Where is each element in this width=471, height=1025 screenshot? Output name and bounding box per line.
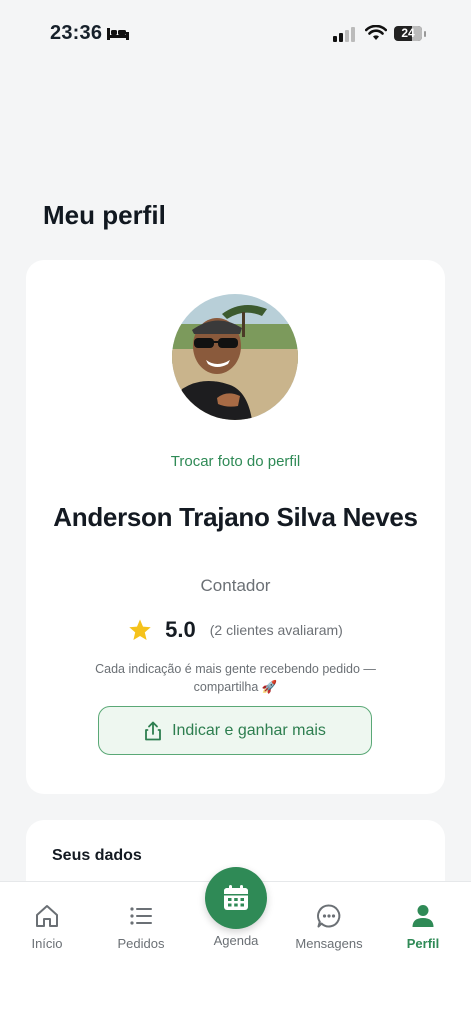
cellular-signal-icon <box>333 27 355 42</box>
change-photo-link[interactable]: Trocar foto do perfil <box>26 453 445 470</box>
referral-text: Cada indicação é mais gente recebendo pe… <box>95 662 376 694</box>
profile-name: Anderson Trajano Silva Neves <box>53 502 418 532</box>
profile-card: Trocar foto do perfil Anderson Trajano S… <box>26 260 445 794</box>
rating-row: 5.0 (2 clientes avaliaram) <box>26 615 445 645</box>
nav-label: Pedidos <box>117 936 165 951</box>
refer-button-label: Indicar e ganhar mais <box>172 721 326 739</box>
chat-icon <box>317 904 341 928</box>
nav-label: Início <box>31 936 63 951</box>
battery-level: 24 <box>401 26 415 40</box>
status-time: 23:36 <box>50 22 103 44</box>
section-title: Seus dados <box>52 847 142 864</box>
avatar[interactable] <box>172 294 298 420</box>
profile-photo <box>172 294 298 420</box>
nav-item-messages[interactable]: Mensagens <box>284 902 374 951</box>
person-icon <box>412 905 434 927</box>
nav-item-home[interactable]: Início <box>2 902 92 951</box>
nav-item-profile[interactable]: Perfil <box>378 902 468 951</box>
bed-icon <box>107 28 129 40</box>
page-title: Meu perfil <box>43 200 166 230</box>
wifi-icon <box>365 25 387 40</box>
profile-role: Contador <box>200 576 271 595</box>
nav-label[interactable]: Agenda <box>190 933 282 948</box>
rating-value: 5.0 <box>165 617 196 642</box>
home-icon <box>36 905 58 927</box>
bottom-nav: Início Pedidos Agenda Mensagens Perfil <box>0 867 471 1025</box>
star-icon <box>129 619 151 640</box>
refer-and-earn-button[interactable]: Indicar e ganhar mais <box>98 706 372 755</box>
rating-count: (2 clientes avaliaram) <box>209 622 343 638</box>
nav-item-orders[interactable]: Pedidos <box>96 902 186 951</box>
status-bar: 23:36 24 <box>0 0 471 70</box>
nav-label: Mensagens <box>295 936 363 951</box>
nav-item-agenda[interactable] <box>205 867 267 929</box>
battery-indicator: 24 <box>394 26 426 41</box>
nav-label: Perfil <box>406 936 440 951</box>
list-icon <box>130 907 152 925</box>
calendar-icon <box>224 885 248 910</box>
share-icon <box>145 721 161 740</box>
